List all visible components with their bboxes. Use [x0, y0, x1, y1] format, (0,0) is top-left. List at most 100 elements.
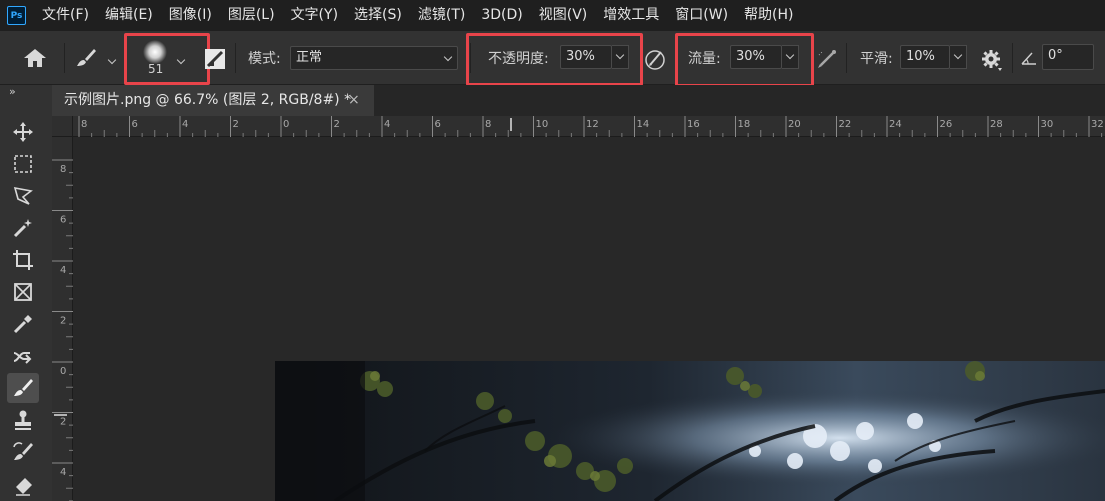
document-tab-bar: 示例图片.png @ 66.7% (图层 2, RGB/8#) * ×: [52, 85, 1105, 116]
chevron-down-icon[interactable]: [440, 48, 457, 68]
ruler-label: 6: [60, 215, 66, 226]
ruler-label: 28: [990, 119, 1003, 130]
menu-3d[interactable]: 3D(D): [473, 0, 530, 31]
smoothing-value: 10%: [906, 49, 935, 64]
ruler-label: 8: [81, 119, 87, 130]
separator: [235, 43, 236, 73]
ruler-label: 12: [586, 119, 599, 130]
options-bar: 51 模式: 正常 不透明度: 30% 流量: 30% 平滑: 10% 0°: [0, 31, 1105, 87]
highlight-box-brush: [124, 33, 210, 85]
ruler-origin[interactable]: [52, 116, 73, 137]
eraser-icon: [16, 478, 32, 496]
brush-tool[interactable]: [7, 373, 39, 403]
healing-tool[interactable]: [7, 341, 39, 371]
ruler-label: 2: [334, 119, 340, 130]
ruler-horizontal-ticks: 8 6 4 2 0 2 4 6 8 10 12 14 16 18 20 22 24 26 28 30 32: [78, 116, 1104, 137]
ruler-label: 18: [738, 119, 751, 130]
menu-bar: Ps 文件(F) 编辑(E) 图像(I) 图层(L) 文字(Y) 选择(S) 滤…: [0, 0, 1105, 31]
smoothing-slider-toggle[interactable]: [950, 45, 967, 69]
ruler-label: 6: [435, 119, 441, 130]
ruler-label: 22: [839, 119, 852, 130]
menu-layer[interactable]: 图层(L): [220, 0, 283, 31]
menu-select[interactable]: 选择(S): [346, 0, 410, 31]
highlight-box-flow: [675, 33, 814, 87]
brush-icon: [14, 379, 33, 396]
chevron-down-icon[interactable]: [104, 51, 121, 71]
ruler-label: 0: [283, 119, 289, 130]
ruler-label: 14: [637, 119, 650, 130]
menu-image[interactable]: 图像(I): [161, 0, 220, 31]
menu-plugins[interactable]: 增效工具: [595, 0, 667, 31]
menu-type[interactable]: 文字(Y): [283, 0, 346, 31]
document-tab[interactable]: 示例图片.png @ 66.7% (图层 2, RGB/8#) * ×: [52, 85, 374, 116]
pressure-opacity-icon[interactable]: [643, 47, 667, 75]
collapse-toolbox-icon[interactable]: »: [9, 85, 16, 98]
eyedropper-tool[interactable]: [7, 309, 39, 339]
document-tab-title: 示例图片.png @ 66.7% (图层 2, RGB/8#) *: [64, 92, 352, 108]
ruler-label: 20: [788, 119, 801, 130]
crop-tool[interactable]: [7, 245, 39, 275]
ruler-label: 2: [233, 119, 239, 130]
ruler-vertical-ticks: 8 6 4 2 0 2 4: [52, 159, 73, 501]
ruler-label: 24: [889, 119, 902, 130]
mode-select[interactable]: 正常: [290, 46, 458, 70]
brush-preset-icon[interactable]: [74, 46, 98, 74]
move-tool[interactable]: [7, 117, 39, 147]
brush-settings-icon[interactable]: [204, 48, 226, 74]
ruler-label: 2: [60, 417, 66, 428]
document-image[interactable]: [275, 361, 1105, 501]
forest-photo: [275, 361, 1105, 501]
angle-icon: [1020, 50, 1038, 70]
airbrush-icon[interactable]: [815, 47, 839, 75]
ruler-label: 32: [1091, 119, 1104, 130]
history-brush-icon: [13, 442, 33, 460]
menu-filter[interactable]: 滤镜(T): [410, 0, 473, 31]
ruler-label: 4: [60, 265, 66, 276]
frame-tool[interactable]: [7, 277, 39, 307]
ruler-vertical[interactable]: 8 6 4 2 0 2 4: [52, 137, 73, 501]
close-icon[interactable]: ×: [348, 85, 360, 116]
smoothing-label: 平滑:: [860, 51, 893, 67]
history-brush-tool[interactable]: [7, 437, 39, 467]
angle-field[interactable]: 0°: [1042, 44, 1094, 70]
mode-label: 模式:: [248, 51, 281, 67]
ruler-label: 0: [60, 366, 66, 377]
ruler-label: 8: [60, 164, 66, 175]
marquee-tool[interactable]: [7, 149, 39, 179]
toolbox: »: [0, 85, 52, 501]
frame-icon: [14, 283, 32, 301]
ruler-horizontal[interactable]: 8 6 4 2 0 2 4 6 8 10 12 14 16 18 20 22 24 26 28 30 32: [52, 116, 1105, 137]
marquee-icon: [14, 155, 32, 173]
ruler-label: 8: [485, 119, 491, 130]
ruler-label: 26: [940, 119, 953, 130]
magic-wand-icon: [13, 219, 32, 238]
menu-file[interactable]: 文件(F): [34, 0, 97, 31]
magic-wand-tool[interactable]: [7, 213, 39, 243]
ruler-label: 4: [60, 467, 66, 478]
ruler-label: 16: [687, 119, 700, 130]
menu-window[interactable]: 窗口(W): [667, 0, 736, 31]
healing-icon: [13, 352, 32, 364]
eraser-tool[interactable]: [7, 471, 39, 501]
angle-value: 0°: [1048, 48, 1063, 63]
separator: [1012, 43, 1013, 73]
ruler-label: 4: [182, 119, 188, 130]
menu-view[interactable]: 视图(V): [531, 0, 596, 31]
gear-icon[interactable]: [980, 48, 1004, 76]
stamp-icon: [15, 410, 31, 430]
ruler-label: 6: [132, 119, 138, 130]
menu-help[interactable]: 帮助(H): [736, 0, 801, 31]
home-icon[interactable]: [22, 47, 48, 73]
lasso-tool[interactable]: [7, 181, 39, 211]
stamp-tool[interactable]: [7, 405, 39, 435]
mode-value: 正常: [296, 50, 323, 65]
separator: [64, 43, 65, 73]
move-icon: [13, 122, 33, 142]
lasso-icon: [13, 186, 33, 205]
ruler-label: 30: [1041, 119, 1054, 130]
crop-icon: [13, 250, 33, 270]
smoothing-field[interactable]: 10%: [900, 45, 950, 69]
ruler-label: 10: [536, 119, 549, 130]
separator: [846, 43, 847, 73]
menu-edit[interactable]: 编辑(E): [97, 0, 161, 31]
